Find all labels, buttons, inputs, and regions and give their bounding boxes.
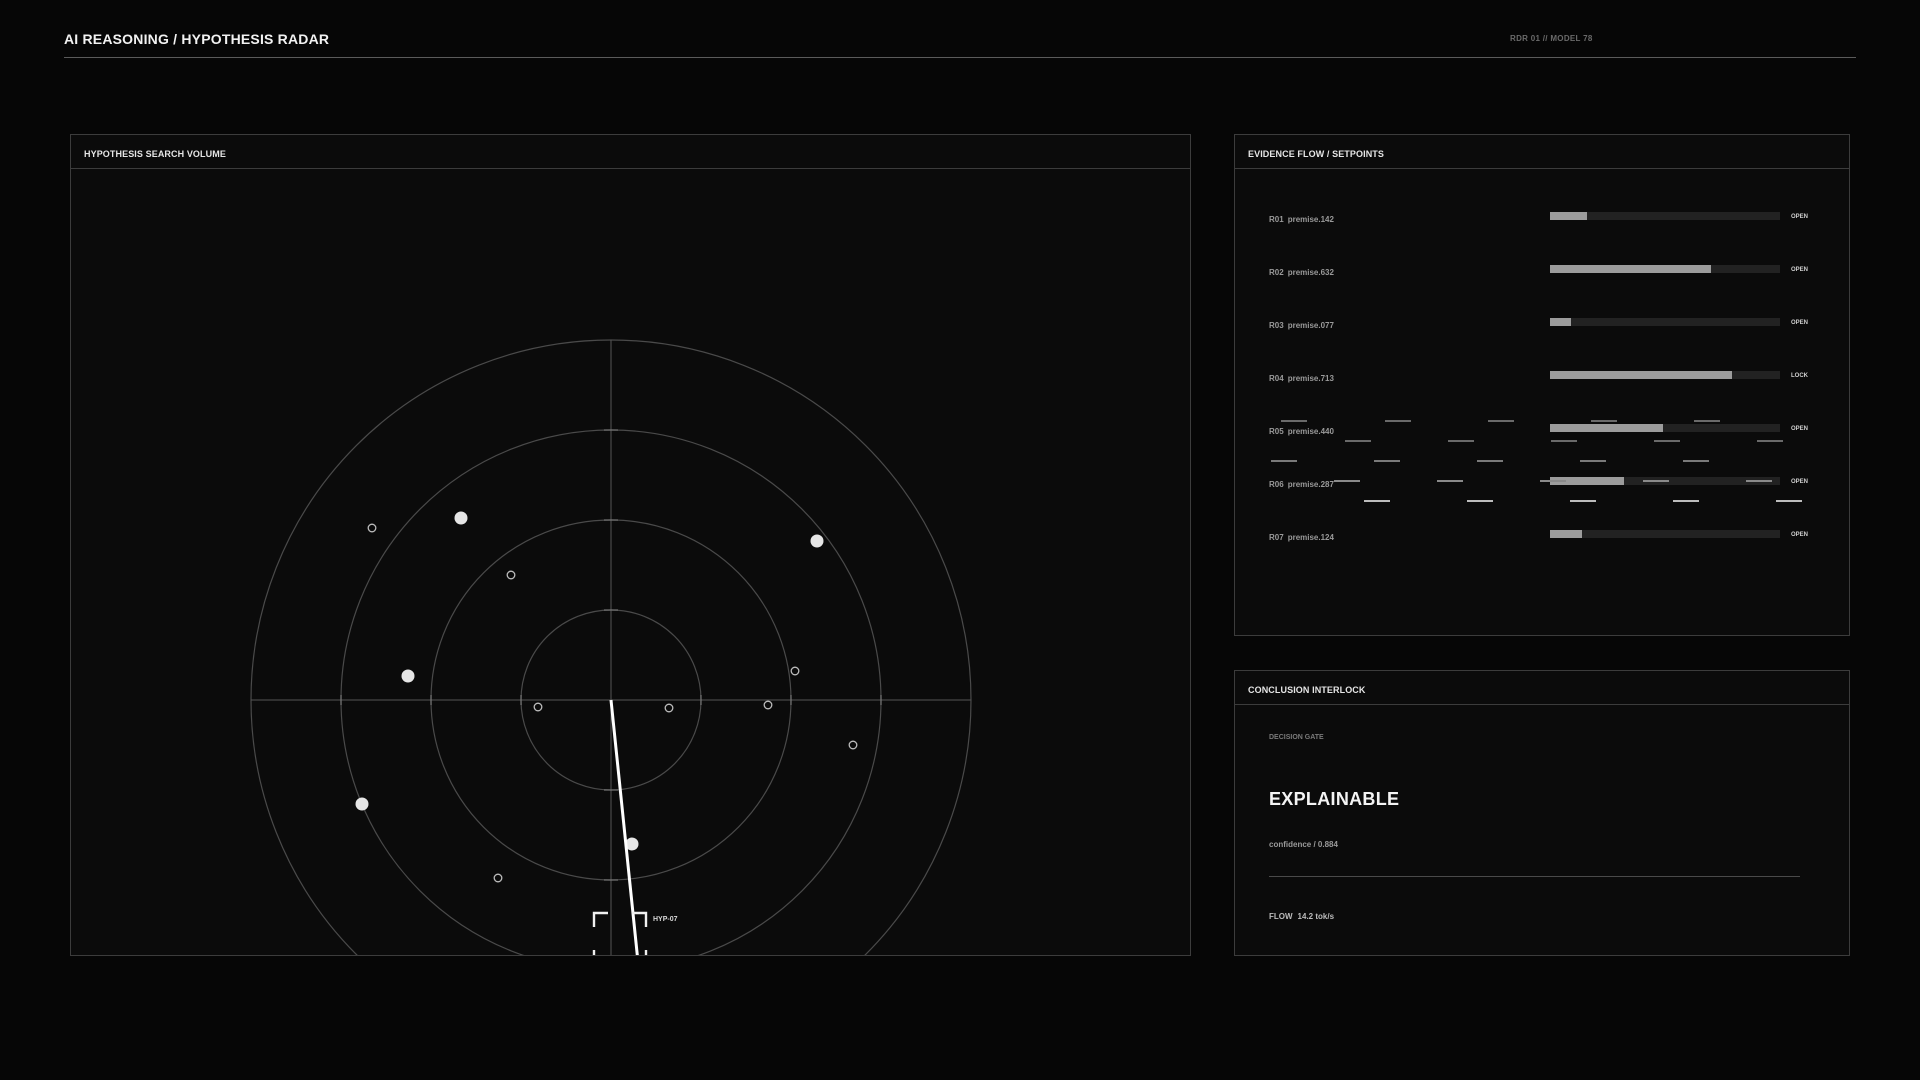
conclusion-interlock-panel: CONCLUSION INTERLOCK DECISION GATE EXPLA… (1234, 670, 1850, 956)
header-meta: RDR 01 // MODEL 78 (1510, 34, 1593, 43)
interlock-panel-title: CONCLUSION INTERLOCK (1235, 671, 1849, 705)
hypothesis-contact-weak[interactable] (493, 873, 503, 883)
radar-display[interactable]: HYP-07 (71, 169, 1190, 955)
hypothesis-contact-strong[interactable] (454, 511, 468, 525)
confidence-readout: confidence / 0.884 (1269, 840, 1338, 849)
radar-panel-title: HYPOTHESIS SEARCH VOLUME (71, 135, 1190, 169)
hypothesis-contact-weak[interactable] (763, 700, 773, 710)
flow-value: 14.2 tok/s (1297, 912, 1335, 921)
flow-readout: FLOW 14.2 tok/s (1269, 912, 1334, 921)
target-label: HYP-07 (653, 916, 678, 923)
flow-label: FLOW (1269, 912, 1293, 921)
hypothesis-contact-weak[interactable] (506, 570, 516, 580)
hypothesis-contact-strong[interactable] (810, 534, 824, 548)
radar-panel: HYPOTHESIS SEARCH VOLUME HYP-07 (70, 134, 1191, 956)
hypothesis-contact-strong[interactable] (355, 797, 369, 811)
hypothesis-radar-dashboard: AI REASONING / HYPOTHESIS RADAR RDR 01 /… (0, 0, 1920, 1080)
evidence-flow-stream (1271, 420, 1802, 502)
hypothesis-contact-weak[interactable] (848, 740, 858, 750)
interlock-divider (1269, 876, 1800, 877)
hypothesis-contact-weak[interactable] (790, 666, 800, 676)
hypothesis-contact-weak[interactable] (664, 703, 674, 713)
target-lock-bracket[interactable] (592, 911, 648, 955)
hypothesis-contact-strong[interactable] (401, 669, 415, 683)
radar-crosshair (251, 340, 971, 955)
decision-gate-label: DECISION GATE (1269, 734, 1324, 741)
header-divider (64, 57, 1856, 58)
hypothesis-contact-weak[interactable] (533, 702, 543, 712)
evidence-flow-panel: EVIDENCE FLOW / SETPOINTS R01 premise.142… (1234, 134, 1850, 636)
sweep-line (609, 699, 639, 955)
decision-gate-value: EXPLAINABLE (1269, 789, 1400, 809)
hypothesis-contact-weak[interactable] (367, 523, 377, 533)
app-title: AI REASONING / HYPOTHESIS RADAR (64, 31, 330, 47)
